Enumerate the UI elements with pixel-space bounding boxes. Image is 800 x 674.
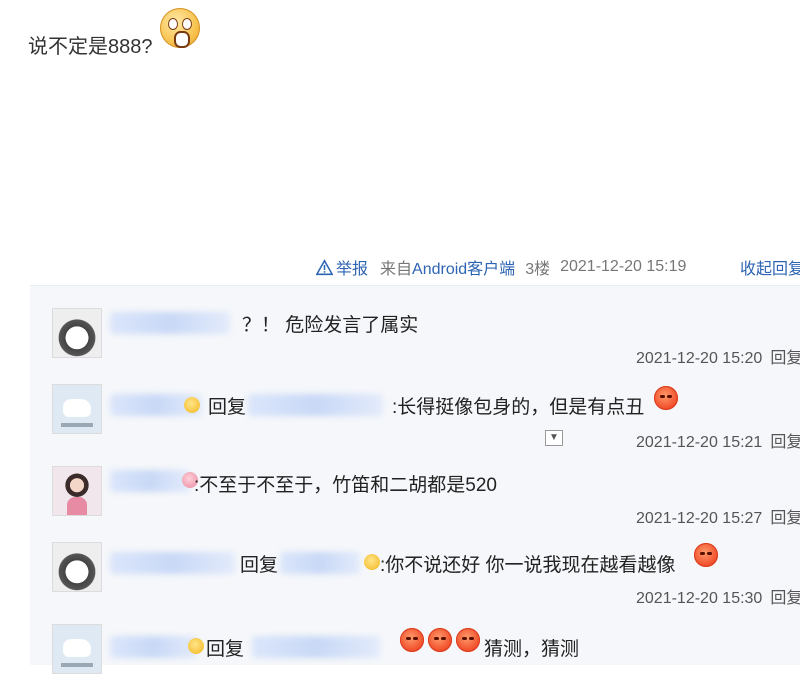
reply-time: 2021-12-20 15:21 回复 [636,428,800,452]
report-link[interactable]: 举报 [316,255,368,279]
warning-triangle-icon [316,258,333,275]
reply-button[interactable]: 回复 [770,434,800,451]
username-blurred[interactable] [110,470,190,492]
reply-word: 回复 [208,397,247,418]
angry-face-emoji [694,543,718,567]
reply-text: ？！ 危险发言了属实 [242,315,419,336]
smile-emoji [184,397,200,413]
post-text: 说不定是888? [28,36,153,58]
reply-button[interactable]: 回复 [770,510,800,527]
reply-text: 猜测，猜测 [484,639,580,660]
reply-text: :长得挺像包身的，但是有点丑 [392,397,645,418]
avatar[interactable] [52,466,102,516]
report-label: 举报 [336,261,369,278]
reply-target-blurred[interactable] [280,552,360,574]
username-blurred[interactable] [110,636,198,658]
reply-list: ？！ 危险发言了属实 2021-12-20 15:20 回复 回复 :长得挺像包身… [30,285,800,674]
reply-time: 2021-12-20 15:20 回复 [636,344,800,368]
avatar[interactable] [52,542,102,592]
source-app-link[interactable]: Android客户端 [412,261,515,278]
source-label: 来自Android客户端 [380,261,516,278]
post-meta: 举报 来自Android客户端 3楼 2021-12-20 15:19 [316,255,686,279]
floor-number: 3楼 [525,261,551,278]
reply-word: 回复 [206,639,245,660]
angry-face-emoji [456,628,480,652]
reply-target-blurred[interactable] [248,394,383,416]
reply-target-blurred[interactable] [252,636,380,658]
chevron-down-icon[interactable]: ▼ [545,430,563,446]
post-time: 2021-12-20 15:19 [560,258,687,275]
reply-word: 回复 [240,555,279,576]
avatar[interactable] [52,624,102,674]
collapse-replies-link[interactable]: 收起回复 [740,255,800,279]
angry-face-emoji [428,628,452,652]
angry-face-emoji [654,386,678,410]
reply-button[interactable]: 回复 [770,590,800,607]
avatar[interactable] [52,308,102,358]
reply-text: :不至于不至于，竹笛和二胡都是520 [194,475,497,496]
shocked-face-emoji [160,8,200,48]
reply-time: 2021-12-20 15:27 回复 [636,504,800,528]
username-blurred[interactable] [110,312,230,334]
reply-text: :你不说还好 你一说我现在越看越像 [380,555,676,576]
smile-emoji [364,554,380,570]
reply-button[interactable]: 回复 [770,350,800,367]
smile-emoji [188,638,204,654]
reply-time: 2021-12-20 15:30 回复 [636,584,800,608]
angry-face-emoji [400,628,424,652]
username-blurred[interactable] [110,552,235,574]
avatar[interactable] [52,384,102,434]
